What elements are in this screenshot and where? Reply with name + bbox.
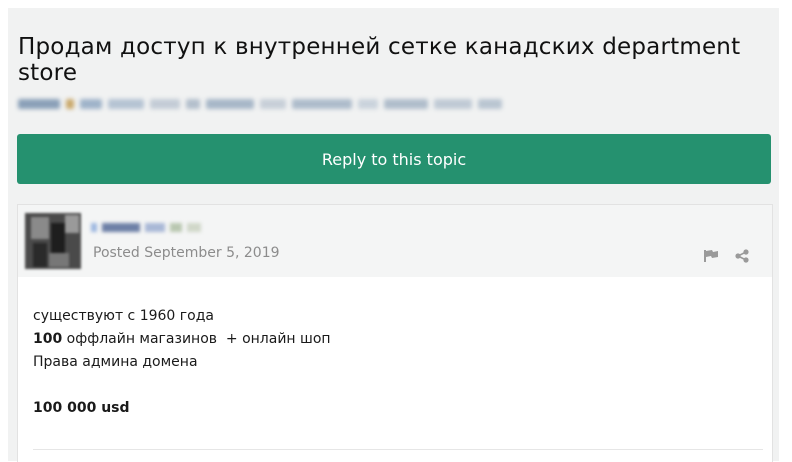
post-line: существуют с 1960 года (33, 308, 214, 324)
price: 100 000 usd (33, 400, 130, 416)
divider (33, 449, 763, 450)
post-line-text: оффлайн магазинов + онлайн шоп (62, 331, 331, 347)
post-line: Права админа домена (33, 354, 198, 370)
topic-page: Продам доступ к внутренней сетке канадск… (8, 8, 779, 462)
flag-icon[interactable] (704, 250, 718, 262)
post-header: Posted September 5, 2019 (18, 205, 772, 277)
blurred-tags-line (18, 95, 708, 113)
post: Posted September 5, 2019 существуют с 19… (17, 204, 773, 462)
author-name-blurred[interactable] (91, 219, 201, 235)
reply-to-topic-button[interactable]: Reply to this topic (17, 134, 771, 184)
post-date: Posted September 5, 2019 (93, 245, 280, 261)
store-count: 100 (33, 331, 63, 347)
post-content: существуют с 1960 года 100 оффлайн магаз… (33, 305, 753, 420)
post-line: 100 оффлайн магазинов + онлайн шоп (33, 328, 753, 351)
avatar[interactable] (25, 213, 81, 269)
topic-title: Продам доступ к внутренней сетке канадск… (18, 34, 741, 86)
share-icon[interactable] (734, 248, 750, 264)
